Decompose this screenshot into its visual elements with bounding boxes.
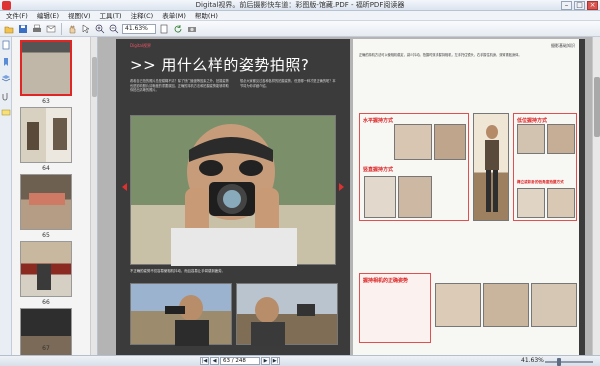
menu-comment[interactable]: 注释(C) — [131, 11, 154, 21]
arrow-left-icon — [122, 183, 127, 191]
tips-box: 握持相机的正确姿势 — [359, 273, 431, 343]
photographer-illustration — [165, 295, 209, 346]
thumbnail-64[interactable] — [20, 107, 72, 163]
menu-file[interactable]: 文件(F) — [6, 11, 28, 21]
thumbnail-label: 63 — [42, 98, 50, 105]
grip-photo-8 — [547, 188, 575, 218]
section-low-angle-2-title: 蹲立或趴卧的低角度拍摄方式 — [517, 180, 564, 184]
maximize-button[interactable]: □ — [574, 1, 585, 10]
thumbnail-label: 65 — [42, 232, 50, 239]
save-icon[interactable] — [17, 23, 29, 35]
grip-photo-4 — [398, 176, 432, 218]
menu-tools[interactable]: 工具(T) — [100, 11, 122, 21]
thumbnail-63[interactable] — [20, 40, 72, 96]
page-number-input[interactable]: 63 / 248 — [220, 357, 260, 365]
section-horizontal-title: 水平握持方式 — [363, 118, 394, 124]
close-button[interactable]: × — [587, 1, 598, 10]
page-heading: >> 用什么样的姿势拍照? — [130, 56, 310, 74]
thumbnail-66[interactable] — [20, 241, 72, 297]
grip-photo-3 — [364, 176, 396, 218]
page-navigation: |◀ ◀ 63 / 248 ▶ ▶| — [200, 357, 280, 365]
photographer-illustration — [171, 124, 297, 266]
low-angle-box: 低位握持方式 蹲立或趴卧的低角度拍摄方式 — [513, 113, 577, 221]
section-low-angle-title: 低位握持方式 — [517, 118, 548, 124]
next-page-button[interactable]: ▶ — [261, 357, 270, 365]
section-vertical-title: 竖直握持方式 — [363, 167, 394, 173]
zoom-slider[interactable] — [545, 358, 593, 366]
last-page-button[interactable]: ▶| — [271, 357, 280, 365]
scrollbar-thumb[interactable] — [594, 77, 600, 137]
menu-bar: 文件(F) 编辑(E) 视图(V) 工具(T) 注释(C) 表单(M) 帮助(H… — [0, 11, 600, 21]
photo-bottom-right — [236, 283, 338, 346]
select-icon[interactable] — [80, 23, 92, 35]
photographer-illustration — [485, 125, 499, 212]
grip-photo-6 — [547, 124, 575, 154]
hand-icon[interactable] — [66, 23, 78, 35]
zoom-input[interactable]: 41.63% — [122, 23, 156, 34]
attachment-icon[interactable] — [1, 91, 11, 101]
print-icon[interactable] — [31, 23, 43, 35]
bottom-photo-3 — [531, 283, 577, 327]
email-icon[interactable] — [45, 23, 57, 35]
thumbnail-label: 67 — [42, 345, 50, 352]
thumbnail-panel[interactable]: 63 64 65 66 67 — [12, 37, 98, 355]
toolbar-divider — [61, 22, 62, 35]
open-icon[interactable] — [3, 23, 15, 35]
minimize-button[interactable]: – — [561, 1, 572, 10]
menu-view[interactable]: 视图(V) — [68, 11, 91, 21]
status-bar: |◀ ◀ 63 / 248 ▶ ▶| 41.63% — [0, 355, 600, 366]
grip-photo-1 — [394, 124, 432, 160]
window-title: Digital视界。前后摄影快车道：彩图版-馆藏.PDF - 福昕PDF阅读器 — [195, 1, 405, 9]
layers-icon[interactable] — [1, 74, 11, 84]
document-scrollbar[interactable] — [592, 37, 600, 355]
zoom-in-icon[interactable] — [94, 23, 106, 35]
window-controls: – □ × — [561, 1, 598, 10]
thumbnail-label: 64 — [42, 165, 50, 172]
first-page-button[interactable]: |◀ — [200, 357, 209, 365]
zoom-level: 41.63% — [521, 357, 544, 364]
menu-form[interactable]: 表单(M) — [162, 11, 186, 21]
page-edge — [579, 39, 585, 355]
pages-icon[interactable] — [1, 40, 11, 50]
grip-photo-5 — [517, 124, 545, 154]
photographer-illustration — [251, 297, 315, 346]
rotate-icon[interactable] — [172, 23, 184, 35]
page-right: 摄影基础知识 正确的持机方法可以使相机稳定，减少抖动。拍摄时双手握持相机，左手托… — [353, 39, 585, 355]
thumbnail-label: 66 — [42, 299, 50, 306]
page-brand: Digital视界 — [130, 43, 151, 48]
section-tips-title: 握持相机的正确姿势 — [363, 278, 409, 284]
menu-edit[interactable]: 编辑(E) — [37, 11, 59, 21]
toolbar: 41.63% — [0, 21, 600, 37]
photo-bottom-left — [130, 283, 232, 346]
page-section-title: 摄影基础知识 — [551, 43, 575, 48]
page-left: Digital视界 >> 用什么样的姿势拍照? 看着自己拍的照片总是模糊不清？除… — [116, 39, 350, 355]
thumbnail-scrollbar[interactable] — [90, 37, 97, 355]
scrollbar-thumb[interactable] — [92, 57, 97, 97]
horizontal-grip-box: 水平握持方式 竖直握持方式 — [359, 113, 469, 221]
comment-icon[interactable] — [1, 108, 11, 118]
bottom-photo-2 — [483, 283, 529, 327]
bookmark-icon[interactable] — [1, 57, 11, 67]
grip-photo-7 — [517, 188, 545, 218]
zoom-out-icon[interactable] — [108, 23, 120, 35]
intro-text-right: 想必大家都见过各种各样的拍摄姿势，但是哪一种才是正确的呢？本节将为你详细介绍。 — [240, 79, 336, 88]
zoom-slider-handle[interactable] — [557, 358, 561, 366]
menu-help[interactable]: 帮助(H) — [195, 11, 218, 21]
navigation-panel-tabs — [0, 37, 12, 355]
fit-page-icon[interactable] — [158, 23, 170, 35]
title-bar: Digital视界。前后摄影快车道：彩图版-馆藏.PDF - 福昕PDF阅读器 … — [0, 0, 600, 11]
grip-photo-2 — [434, 124, 466, 160]
right-body-text: 正确的持机方法可以使相机稳定，减少抖动。拍摄时双手握持相机，左手托住镜头，右手握… — [359, 53, 522, 57]
prev-page-button[interactable]: ◀ — [210, 357, 219, 365]
standing-photo — [473, 113, 509, 221]
bottom-photo-1 — [435, 283, 481, 327]
thumbnail-65[interactable] — [20, 174, 72, 230]
document-view[interactable]: Digital视界 >> 用什么样的姿势拍照? 看着自己拍的照片总是模糊不清？除… — [98, 37, 600, 355]
main-photo — [130, 115, 336, 266]
intro-text: 看着自己拍的照片总是模糊不清？除了快门速度等因素之外，拍摄姿势也是影响照片清晰度… — [130, 79, 229, 92]
main-photo-caption: 不正确的姿势不仅容易使相机抖动，而且容易让手臂感到疲劳。 — [130, 269, 225, 273]
arrow-right-icon — [339, 183, 344, 191]
snapshot-icon[interactable] — [186, 23, 198, 35]
